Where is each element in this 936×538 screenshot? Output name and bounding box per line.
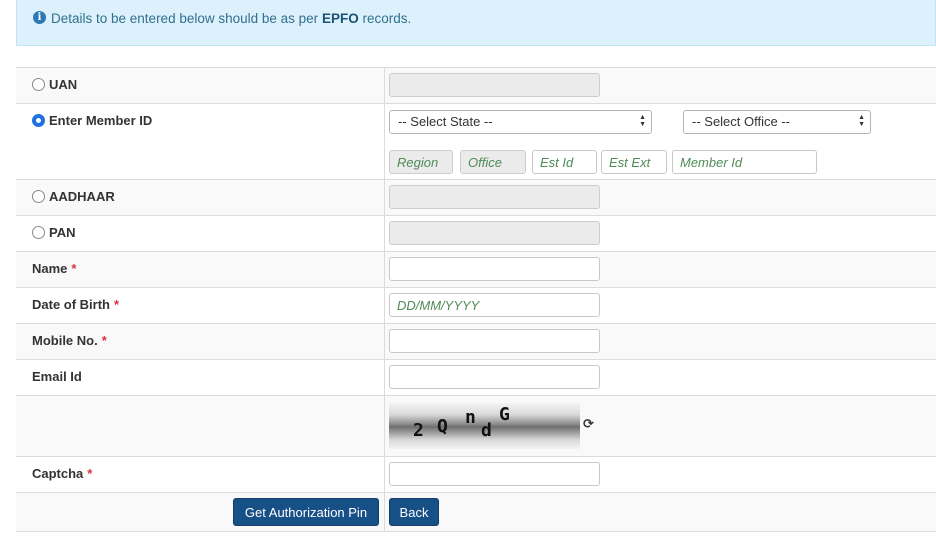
name-input[interactable] [389,257,600,281]
email-input[interactable] [389,365,600,389]
aadhaar-row: AADHAAR [16,180,936,216]
office-code-input[interactable] [460,150,526,174]
mobile-label: Mobile No. * [32,333,107,348]
uan-label: UAN [49,77,78,92]
member-id-row: Enter Member ID -- Select State -- ▲ ▼ --… [16,104,936,180]
member-id-label: Enter Member ID [49,113,153,128]
refresh-icon[interactable]: ⟳ [583,416,594,432]
name-row: Name * [16,252,936,288]
email-label: Email Id [32,369,82,384]
captcha-image: 2 Q n d G [389,403,580,449]
captcha-label: Captcha * [32,466,93,481]
region-input[interactable] [389,150,453,174]
name-label: Name * [32,261,77,276]
actions-row: Get Authorization Pin Back [16,493,936,532]
select-arrows-icon: ▲ ▼ [639,114,646,128]
dob-label: Date of Birth * [32,297,120,312]
select-arrows-icon: ▲ ▼ [858,114,865,128]
pan-row: PAN [16,216,936,252]
aadhaar-radio[interactable] [32,190,45,203]
uan-row: UAN [16,68,936,104]
get-authorization-pin-button[interactable]: Get Authorization Pin [233,498,379,526]
email-row: Email Id [16,360,936,396]
required-mark: * [71,261,77,276]
uan-input[interactable] [389,73,600,97]
est-id-input[interactable] [532,150,597,174]
mobile-row: Mobile No. * [16,324,936,360]
captcha-row: Captcha * [16,457,936,493]
dob-row: Date of Birth * [16,288,936,324]
uan-radio[interactable] [32,78,45,91]
required-mark: * [87,466,93,481]
alert-message: Details to be entered below should be as… [51,11,412,26]
required-mark: * [114,297,120,312]
pan-label: PAN [49,225,76,240]
state-select[interactable]: -- Select State -- ▲ ▼ [389,110,652,134]
member-details-form: UAN Enter Member ID -- Select State -- ▲… [16,67,936,532]
est-ext-input[interactable] [601,150,667,174]
pan-radio[interactable] [32,226,45,239]
member-id-input[interactable] [672,150,817,174]
aadhaar-label: AADHAAR [49,189,115,204]
member-id-radio[interactable] [32,114,45,127]
info-alert: i Details to be entered below should be … [16,0,936,46]
captcha-image-row: 2 Q n d G ⟳ [16,396,936,457]
dob-input[interactable] [389,293,600,317]
info-circle-icon: i [33,11,46,24]
pan-input[interactable] [389,221,600,245]
aadhaar-input[interactable] [389,185,600,209]
required-mark: * [101,333,107,348]
captcha-input[interactable] [389,462,600,486]
office-select[interactable]: -- Select Office -- ▲ ▼ [683,110,871,134]
back-button[interactable]: Back [389,498,439,526]
mobile-input[interactable] [389,329,600,353]
